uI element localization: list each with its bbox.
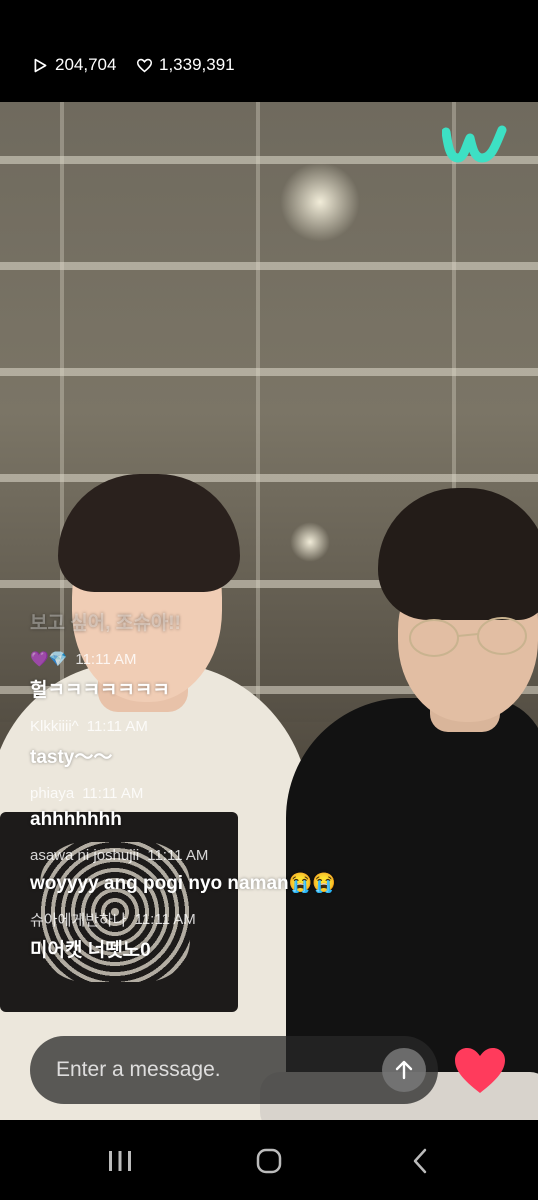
- chat-timestamp: 11:11 AM: [86, 717, 148, 735]
- chat-username[interactable]: phiaya: [30, 785, 74, 802]
- chat-timestamp: 11:11 AM: [75, 650, 137, 668]
- recents-icon: [109, 1151, 131, 1171]
- chat-timestamp: 11:11 AM: [147, 846, 209, 864]
- chat-message-text: 미어캣 너뗏노0: [30, 940, 151, 961]
- message-input[interactable]: [56, 1054, 366, 1086]
- heart-icon: [455, 1048, 505, 1093]
- chat-timestamp: 11:11 AM: [134, 910, 196, 928]
- chat-message-meta: 슈아에게반하나 11:11 AM: [30, 909, 500, 929]
- chat-message-text: 보고 싶어, 조슈아!!: [30, 613, 181, 634]
- home-button[interactable]: [249, 1146, 289, 1176]
- heart-outline-icon: [136, 58, 153, 72]
- chat-message: Klkkiiii^ 11:11 AM tasty～～: [30, 716, 500, 769]
- chat-message-text: woyyyy ang pogi nyo naman😭😭: [30, 873, 336, 894]
- chat-username[interactable]: Klkkiiii^: [30, 718, 79, 735]
- home-icon: [256, 1148, 282, 1174]
- chat-username[interactable]: 슈아에게반하나: [30, 909, 127, 930]
- chat-username[interactable]: 💜💎: [30, 650, 67, 668]
- chat-username[interactable]: asawa ni joshujii: [30, 847, 139, 864]
- chat-message: 슈아에게반하나 11:11 AM 미어캣 너뗏노0: [30, 909, 500, 962]
- send-button[interactable]: [382, 1048, 426, 1092]
- chat-message-meta: phiaya 11:11 AM: [30, 783, 500, 803]
- back-icon: [413, 1148, 427, 1174]
- arrow-up-icon: [395, 1060, 413, 1080]
- chat-timestamp: 11:11 AM: [82, 784, 144, 802]
- play-icon: [34, 58, 47, 72]
- chat-message-meta: Klkkiiii^ 11:11 AM: [30, 716, 500, 736]
- system-nav-bar: [0, 1120, 538, 1200]
- light-glow: [280, 162, 360, 242]
- weverse-logo-icon: [442, 125, 507, 163]
- recents-button[interactable]: [100, 1146, 140, 1176]
- back-button[interactable]: [400, 1146, 440, 1176]
- view-count-value: 204,704: [55, 55, 117, 74]
- like-count-value: 1,339,391: [159, 55, 235, 74]
- stats-bar: 204,704 1,339,391: [0, 0, 538, 102]
- chat-message-text: tasty～～: [30, 747, 113, 768]
- like-count: 1,339,391: [136, 55, 235, 75]
- chat-message: phiaya 11:11 AM ahhhhhhh: [30, 783, 500, 831]
- view-count: 204,704: [32, 55, 116, 75]
- message-composer: [30, 1036, 438, 1104]
- chat-message: 보고 싶어, 조슈아!!: [30, 608, 500, 635]
- chat-message-text: 헐ㅋㅋㅋㅋㅋㅋㅋ: [30, 680, 170, 701]
- chat-message: asawa ni joshujii 11:11 AM woyyyy ang po…: [30, 845, 500, 895]
- chat-message-meta: asawa ni joshujii 11:11 AM: [30, 845, 500, 865]
- heart-button[interactable]: [452, 1046, 508, 1096]
- chat-message: 💜💎 11:11 AM 헐ㅋㅋㅋㅋㅋㅋㅋ: [30, 649, 500, 702]
- light-glow: [290, 522, 330, 562]
- chat-message-text: ahhhhhhh: [30, 809, 122, 830]
- chat-feed[interactable]: 보고 싶어, 조슈아!! 💜💎 11:11 AM 헐ㅋㅋㅋㅋㅋㅋㅋ Klkkii…: [30, 608, 500, 976]
- chat-message-meta: 💜💎 11:11 AM: [30, 649, 500, 669]
